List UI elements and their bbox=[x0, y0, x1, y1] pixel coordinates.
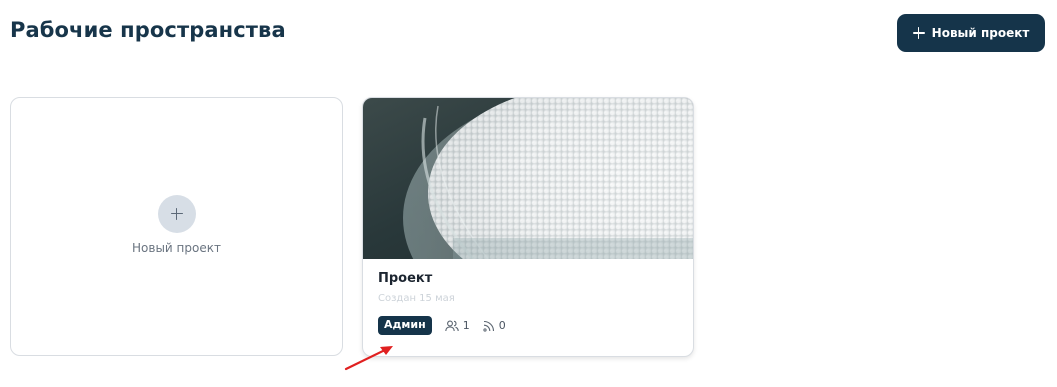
project-image bbox=[363, 98, 693, 259]
feeds-stat: 0 bbox=[483, 319, 506, 332]
new-project-button-label: Новый проект bbox=[931, 26, 1030, 40]
project-card[interactable]: Проект Создан 15 мая Админ 1 0 bbox=[362, 97, 694, 357]
users-icon bbox=[444, 320, 459, 331]
feeds-count: 0 bbox=[498, 319, 506, 332]
plus-icon bbox=[912, 27, 925, 39]
members-count: 1 bbox=[462, 319, 470, 332]
new-project-card[interactable]: Новый проект bbox=[10, 97, 343, 356]
page-title: Рабочие пространства bbox=[10, 18, 286, 42]
annotation-arrow bbox=[344, 346, 393, 371]
workspaces-page: Рабочие пространства Новый проект Новый … bbox=[0, 0, 1057, 387]
members-stat: 1 bbox=[444, 319, 470, 332]
new-project-button[interactable]: Новый проект bbox=[897, 14, 1045, 52]
project-title: Проект bbox=[378, 271, 433, 286]
role-badge: Админ bbox=[378, 316, 432, 335]
rss-icon bbox=[483, 320, 494, 332]
project-created-date: Создан 15 мая bbox=[378, 293, 455, 304]
new-project-card-label: Новый проект bbox=[132, 241, 221, 255]
add-circle bbox=[158, 195, 196, 233]
plus-icon bbox=[171, 208, 183, 220]
project-meta: Админ 1 0 bbox=[378, 316, 506, 335]
